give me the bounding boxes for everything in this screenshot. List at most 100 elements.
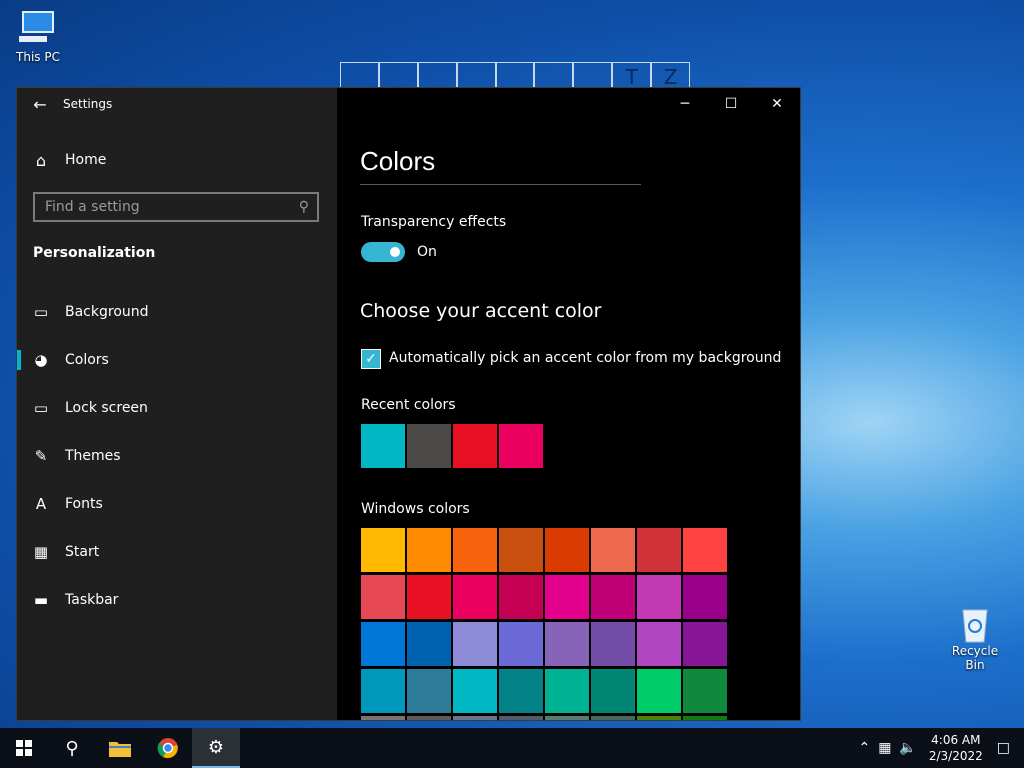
windows-color-swatch[interactable]	[683, 622, 727, 666]
sidebar-item-start[interactable]: ▦ Start	[17, 528, 337, 576]
brush-icon: ✎	[34, 447, 48, 465]
windows-color-swatch[interactable]	[545, 716, 589, 720]
windows-color-swatch[interactable]	[591, 622, 635, 666]
windows-color-swatch[interactable]	[453, 716, 497, 720]
sidebar-item-lock-screen[interactable]: ▭ Lock screen	[17, 384, 337, 432]
windows-color-swatch[interactable]	[591, 716, 635, 720]
windows-color-swatch[interactable]	[545, 622, 589, 666]
windows-color-swatch[interactable]	[453, 575, 497, 619]
clock-time: 4:06 AM	[931, 733, 981, 747]
recent-color-swatch[interactable]	[361, 424, 405, 468]
chrome-button[interactable]	[144, 728, 192, 768]
windows-color-swatch[interactable]	[453, 528, 497, 572]
windows-color-swatch[interactable]	[499, 669, 543, 713]
grid-cell	[456, 62, 496, 89]
sidebar-item-label: Colors	[65, 352, 109, 368]
page-title: Colors	[360, 146, 436, 176]
windows-color-swatch[interactable]	[361, 622, 405, 666]
windows-color-swatch[interactable]	[637, 575, 681, 619]
font-icon: A	[35, 495, 47, 513]
windows-color-swatch[interactable]	[545, 575, 589, 619]
windows-color-swatch[interactable]	[683, 528, 727, 572]
home-nav-item[interactable]: ⌂ Home	[17, 148, 337, 172]
sidebar-item-label: Themes	[65, 448, 121, 464]
chrome-icon	[157, 738, 178, 759]
recent-color-swatch[interactable]	[407, 424, 451, 468]
sidebar-item-label: Background	[65, 304, 149, 320]
sidebar-item-fonts[interactable]: A Fonts	[17, 480, 337, 528]
notifications-icon[interactable]: □	[997, 740, 1010, 756]
title-bar: ← Settings	[17, 88, 337, 120]
clock-date: 2/3/2022	[928, 749, 983, 763]
arrow-left-icon: ←	[33, 94, 47, 114]
desktop-grid-decoration: TZ	[340, 62, 691, 89]
toggle-knob	[390, 247, 400, 257]
windows-color-swatch[interactable]	[499, 528, 543, 572]
windows-color-swatch[interactable]	[591, 669, 635, 713]
this-pc-desktop-icon[interactable]: This PC	[6, 10, 70, 64]
chevron-up-icon[interactable]: ⌃	[858, 740, 870, 756]
transparency-toggle[interactable]	[361, 242, 405, 262]
windows-color-swatch[interactable]	[407, 716, 451, 720]
search-input[interactable]: Find a setting ⚲	[33, 192, 319, 222]
recent-color-swatch[interactable]	[499, 424, 543, 468]
recent-color-swatch[interactable]	[453, 424, 497, 468]
minimize-button[interactable]: ─	[662, 88, 708, 120]
auto-accent-checkbox[interactable]: ✓	[361, 349, 381, 369]
windows-color-swatch[interactable]	[499, 622, 543, 666]
section-heading: Personalization	[33, 245, 156, 261]
back-button[interactable]: ←	[17, 88, 63, 120]
taskbar-search-button[interactable]: ⚲	[48, 728, 96, 768]
windows-color-swatch[interactable]	[361, 575, 405, 619]
windows-colors-grid	[361, 528, 733, 720]
windows-color-swatch[interactable]	[545, 669, 589, 713]
windows-color-swatch[interactable]	[637, 669, 681, 713]
windows-color-swatch[interactable]	[499, 575, 543, 619]
windows-color-swatch[interactable]	[407, 528, 451, 572]
search-icon[interactable]: ⚲	[299, 199, 309, 215]
desktop-icon-label: Recycle Bin	[951, 644, 999, 672]
windows-color-swatch[interactable]	[683, 716, 727, 720]
windows-color-swatch[interactable]	[361, 528, 405, 572]
settings-taskbar-button[interactable]: ⚙	[192, 728, 240, 768]
sidebar-item-colors[interactable]: ◕ Colors	[17, 336, 337, 384]
volume-muted-icon[interactable]: 🔈	[899, 740, 916, 756]
windows-logo-icon	[16, 740, 32, 756]
start-button[interactable]	[0, 728, 48, 768]
search-icon: ⚲	[65, 737, 79, 759]
windows-color-swatch[interactable]	[637, 528, 681, 572]
computer-icon	[17, 10, 59, 46]
clock[interactable]: 4:06 AM 2/3/2022	[929, 732, 983, 764]
windows-color-swatch[interactable]	[499, 716, 543, 720]
windows-color-swatch[interactable]	[545, 528, 589, 572]
windows-color-swatch[interactable]	[591, 528, 635, 572]
system-tray: ⌃ ▦ 🔈 4:06 AM 2/3/2022 □	[854, 728, 1024, 768]
windows-color-swatch[interactable]	[407, 575, 451, 619]
windows-color-swatch[interactable]	[361, 669, 405, 713]
windows-color-swatch[interactable]	[637, 716, 681, 720]
start-icon: ▦	[33, 543, 49, 561]
close-button[interactable]: ✕	[754, 88, 800, 120]
lock-screen-icon: ▭	[33, 399, 49, 417]
desktop-icon-label: This PC	[16, 50, 60, 64]
sidebar-item-taskbar[interactable]: ▬ Taskbar	[17, 576, 337, 624]
windows-color-swatch[interactable]	[683, 669, 727, 713]
windows-color-swatch[interactable]	[407, 669, 451, 713]
windows-color-swatch[interactable]	[453, 669, 497, 713]
network-icon[interactable]: ▦	[878, 740, 891, 756]
windows-color-swatch[interactable]	[453, 622, 497, 666]
maximize-button[interactable]: ☐	[708, 88, 754, 120]
windows-color-swatch[interactable]	[591, 575, 635, 619]
grid-cell: Z	[651, 62, 691, 89]
auto-accent-label[interactable]: Automatically pick an accent color from …	[389, 350, 781, 366]
windows-colors-label: Windows colors	[361, 501, 470, 517]
windows-color-swatch[interactable]	[407, 622, 451, 666]
sidebar-item-background[interactable]: ▭ Background	[17, 288, 337, 336]
file-explorer-button[interactable]	[96, 728, 144, 768]
windows-color-swatch[interactable]	[361, 716, 405, 720]
windows-color-swatch[interactable]	[683, 575, 727, 619]
sidebar-item-themes[interactable]: ✎ Themes	[17, 432, 337, 480]
recycle-bin-desktop-icon[interactable]: Recycle Bin	[943, 604, 1007, 672]
grid-cell	[378, 62, 418, 89]
windows-color-swatch[interactable]	[637, 622, 681, 666]
